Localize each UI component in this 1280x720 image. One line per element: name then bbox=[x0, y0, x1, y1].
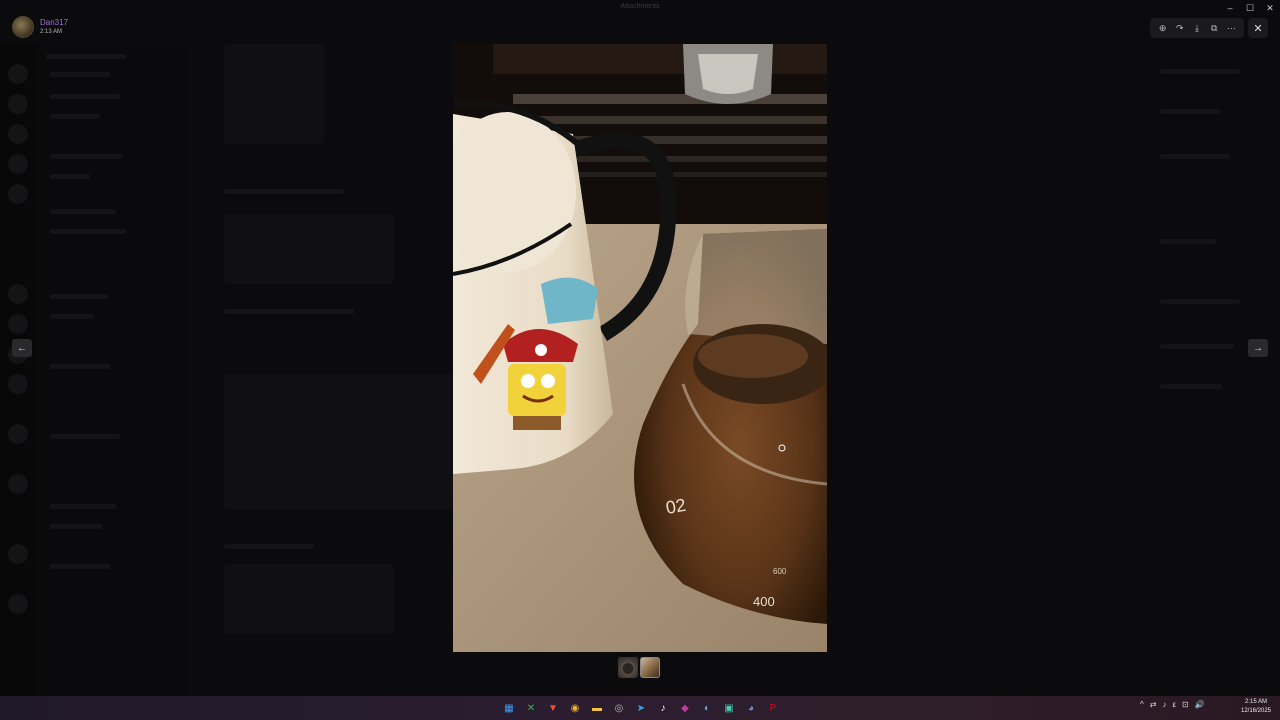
window-controls: – ☐ ✕ bbox=[1220, 2, 1280, 14]
clock-date: 12/16/2025 bbox=[1240, 708, 1272, 714]
tray-overflow-icon[interactable]: ^ bbox=[1140, 700, 1144, 709]
carafe-mark-02: 02 bbox=[664, 495, 687, 518]
thumbnail-2[interactable] bbox=[640, 657, 660, 678]
app-icon[interactable]: ◎ bbox=[610, 699, 628, 717]
taskbar-apps: ▦ ✕ ▼ ◉ ▬ ◎ ➤ ♪ ◆ ◐ ▣ ◕ P bbox=[500, 699, 782, 717]
uploader-name[interactable]: Dan317 bbox=[40, 18, 68, 28]
brave-icon[interactable]: ▼ bbox=[544, 699, 562, 717]
uploader-info: Dan317 2:13 AM bbox=[12, 16, 68, 38]
pinterest-icon[interactable]: P bbox=[764, 699, 782, 717]
avatar[interactable] bbox=[12, 16, 34, 38]
app2-icon[interactable]: ▣ bbox=[720, 699, 738, 717]
input-language-icon[interactable]: ε bbox=[1172, 700, 1176, 709]
server-rail bbox=[0, 44, 36, 696]
carafe-mark-400: 400 bbox=[753, 594, 775, 609]
download-icon[interactable]: ⤓ bbox=[1190, 23, 1204, 34]
tiktok-icon[interactable]: ♪ bbox=[654, 699, 672, 717]
file-explorer-icon[interactable]: ▬ bbox=[588, 699, 606, 717]
zoom-in-icon[interactable]: ⊕ bbox=[1156, 23, 1170, 34]
close-viewer-button[interactable]: ✕ bbox=[1248, 18, 1268, 38]
more-icon[interactable]: ⋯ bbox=[1224, 23, 1238, 34]
upload-time: 2:13 AM bbox=[40, 29, 63, 35]
taskbar: ▦ ✕ ▼ ◉ ▬ ◎ ➤ ♪ ◆ ◐ ▣ ◕ P ^ ⇄ ♪ ε ⊡ 🔊 2:15 AM 12/16/… bbox=[0, 696, 1280, 720]
attachment-image[interactable]: 02 400 600 bbox=[453, 44, 827, 652]
telegram-icon[interactable]: ➤ bbox=[632, 699, 650, 717]
microphone-icon[interactable]: ♪ bbox=[1162, 700, 1166, 709]
thumbnail-1[interactable] bbox=[618, 657, 638, 678]
system-tray: ^ ⇄ ♪ ε ⊡ 🔊 bbox=[1140, 700, 1205, 709]
viewer-toolbar: ⊕ ↷ ⤓ ⧉ ⋯ bbox=[1150, 18, 1244, 38]
sync-icon[interactable]: ⇄ bbox=[1150, 700, 1157, 709]
image-viewer-screen: Attachments – ☐ ✕ Dan317 2:13 AM ⊕ ↷ ⤓ ⧉… bbox=[0, 0, 1280, 720]
channel-list bbox=[36, 44, 186, 696]
chrome-icon[interactable]: ◉ bbox=[566, 699, 584, 717]
open-external-icon[interactable]: ⧉ bbox=[1207, 23, 1221, 34]
clock[interactable]: 2:15 AM 12/16/2025 bbox=[1238, 698, 1274, 716]
steam-icon[interactable]: ◐ bbox=[698, 699, 716, 717]
xbox-icon[interactable]: ✕ bbox=[522, 699, 540, 717]
clock-time: 2:15 AM bbox=[1244, 699, 1267, 705]
window-close-icon[interactable]: ✕ bbox=[1260, 2, 1280, 14]
thumbnail-strip bbox=[618, 657, 660, 678]
discord-icon[interactable]: ◕ bbox=[742, 699, 760, 717]
forward-icon[interactable]: ↷ bbox=[1173, 23, 1187, 34]
photo-illustration: 02 400 600 bbox=[453, 44, 827, 652]
notes-icon[interactable]: ◆ bbox=[676, 699, 694, 717]
carafe-mark-600: 600 bbox=[773, 567, 787, 576]
start-icon[interactable]: ▦ bbox=[500, 699, 518, 717]
volume-icon[interactable]: 🔊 bbox=[1195, 700, 1205, 709]
next-image-button[interactable]: → bbox=[1248, 339, 1268, 357]
network-icon[interactable]: ⊡ bbox=[1182, 700, 1189, 709]
maximize-icon[interactable]: ☐ bbox=[1240, 2, 1260, 14]
minimize-icon[interactable]: – bbox=[1220, 2, 1240, 14]
previous-image-button[interactable]: ← bbox=[12, 339, 32, 357]
window-title: Attachments bbox=[620, 3, 660, 10]
